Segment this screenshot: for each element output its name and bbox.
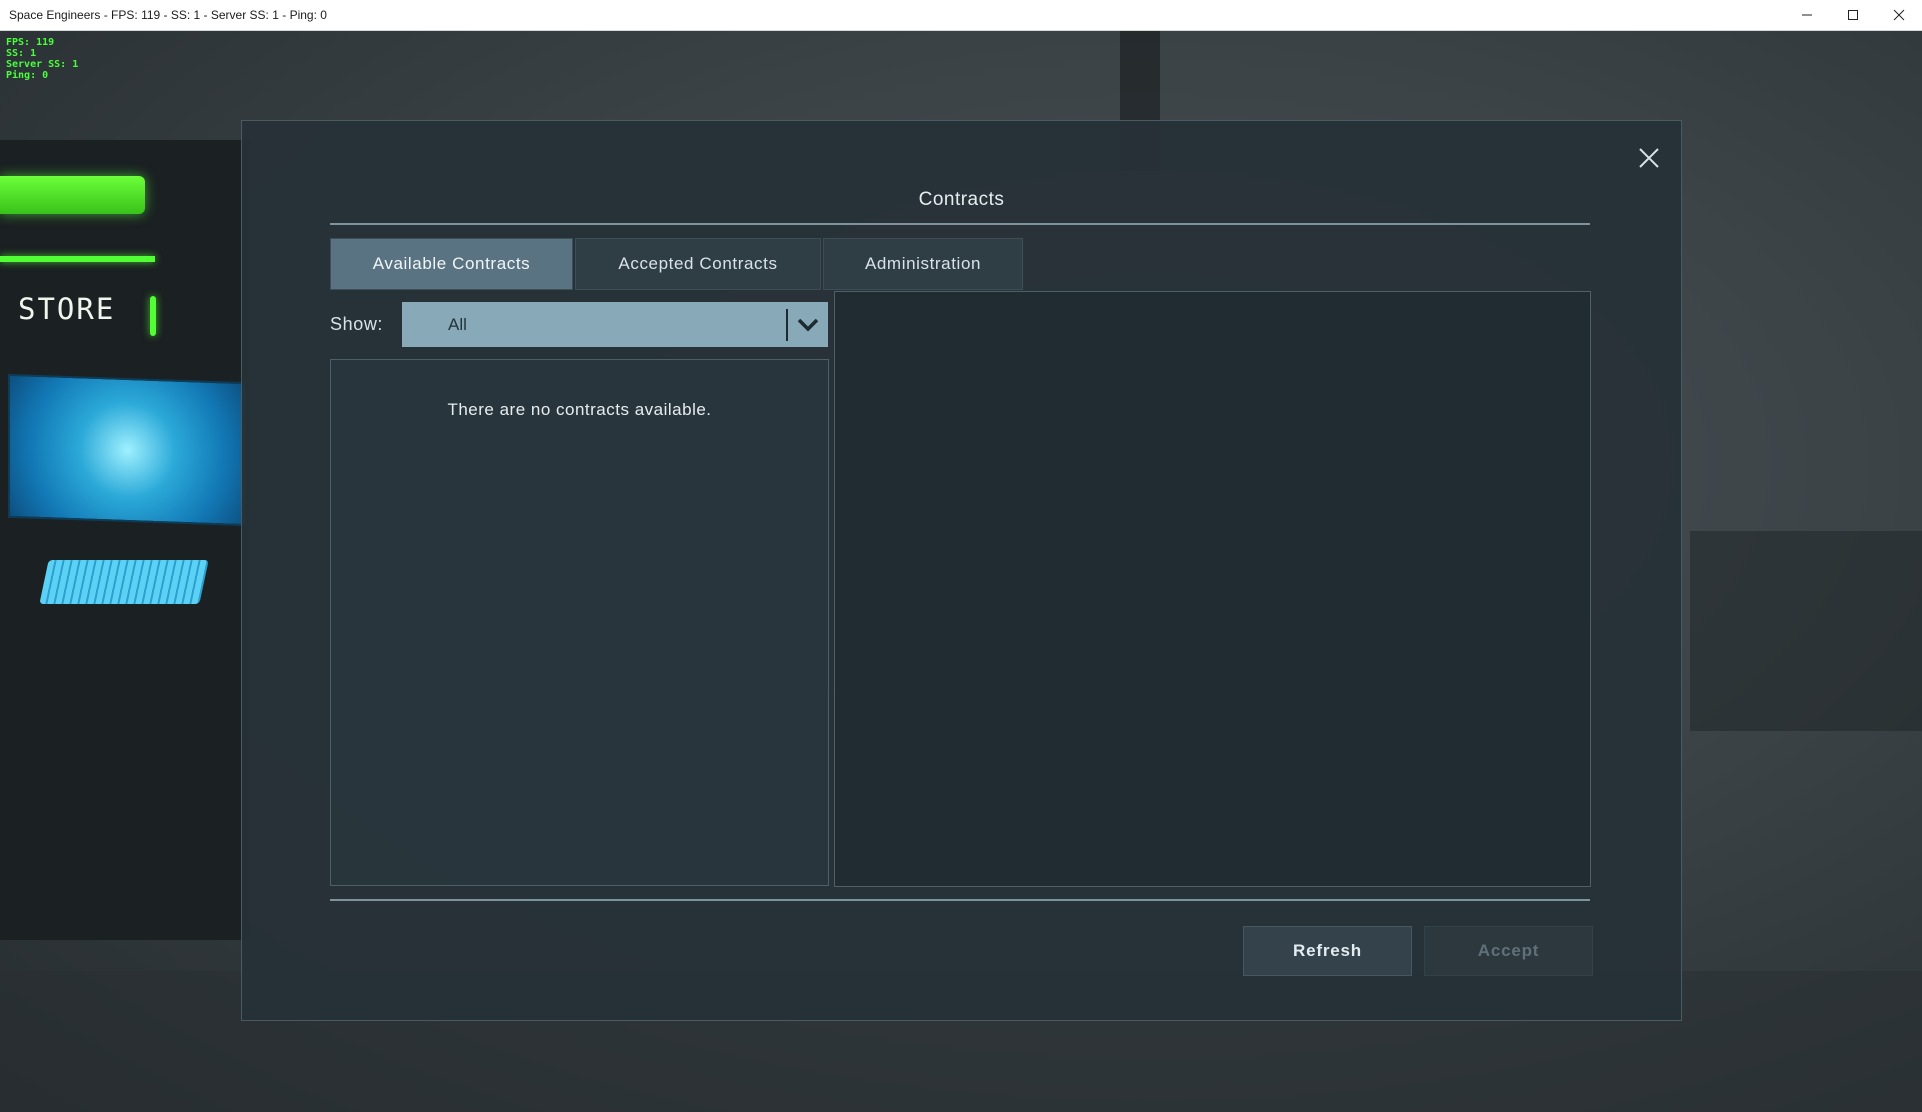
kiosk-screen [8,373,247,527]
maximize-icon [1848,10,1858,20]
show-filter-value: All [448,314,467,334]
contracts-dialog: Contracts Available Contracts Accepted C… [241,120,1682,1021]
window-close-button[interactable] [1876,0,1922,30]
tab-administration[interactable]: Administration [823,238,1023,290]
close-button[interactable] [1632,141,1666,175]
hud-ping: Ping: 0 [6,70,49,81]
window-title: Space Engineers - FPS: 119 - SS: 1 - Ser… [9,8,327,22]
kiosk-light-bar [0,176,145,214]
refresh-button[interactable]: Refresh [1243,926,1412,976]
tab-bar: Available Contracts Accepted Contracts A… [330,238,1025,290]
hud-stats: FPS: 119 SS: 1 Server SS: 1 Ping: 0 [6,37,78,81]
contracts-list[interactable]: There are no contracts available. [330,359,829,886]
hud-ss: SS: 1 [6,48,37,59]
kiosk-light-accent [150,296,156,336]
window-titlebar: Space Engineers - FPS: 119 - SS: 1 - Ser… [0,0,1922,31]
maximize-button[interactable] [1830,0,1876,30]
chevron-down-icon [797,318,819,331]
store-sign: STORE [18,292,116,326]
hud-server-ss: Server SS: 1 [6,59,79,70]
kiosk-light-strip [0,256,155,262]
dialog-title: Contracts [918,189,1005,210]
close-icon [1639,148,1659,168]
show-filter-label: Show: [330,314,384,334]
kiosk-keyboard [39,560,209,604]
empty-list-message: There are no contracts available. [447,400,712,419]
bottom-divider [330,899,1590,901]
scene-wall [1690,531,1922,731]
window-close-icon [1893,9,1905,21]
minimize-icon [1802,14,1812,16]
contract-details-panel [834,291,1591,887]
minimize-button[interactable] [1784,0,1830,30]
title-divider [330,223,1590,225]
hud-fps: FPS: 119 [6,37,55,48]
show-filter-dropdown[interactable]: All [402,302,828,347]
tab-accepted-contracts[interactable]: Accepted Contracts [575,238,821,290]
tab-available-contracts[interactable]: Available Contracts [330,238,573,290]
dropdown-arrow[interactable] [788,302,828,347]
accept-button[interactable]: Accept [1424,926,1593,976]
